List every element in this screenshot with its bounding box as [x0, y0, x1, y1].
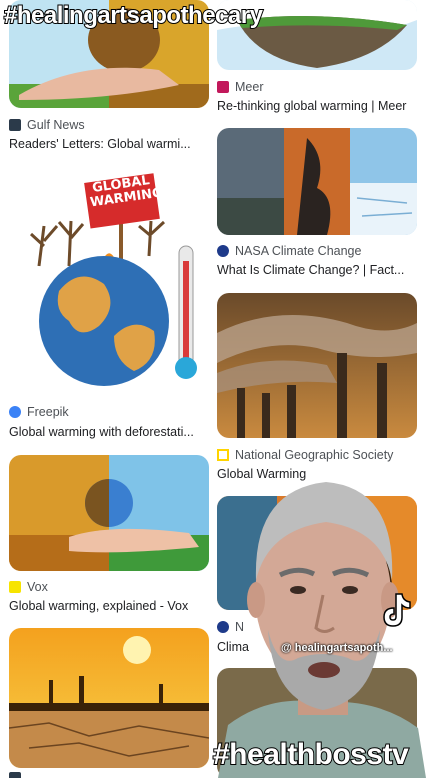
meer-favicon — [217, 81, 229, 93]
source-label: NASA Climate Change — [235, 244, 362, 258]
result-source[interactable]: National Geographic Society — [217, 448, 393, 462]
result-title[interactable]: What Is Climate Change? | Fact... — [217, 263, 417, 277]
result-image-nasa-climate[interactable] — [217, 128, 417, 235]
result-source[interactable]: NASA Climate Change — [217, 244, 361, 258]
result-image-global-warming-earth[interactable]: GLOBAL WARMING — [9, 166, 209, 398]
tiktok-logo-icon — [376, 590, 412, 630]
result-image-smokestacks[interactable] — [217, 293, 417, 438]
natgeo-favicon — [217, 449, 229, 461]
source-label: National Geographic Society — [235, 448, 394, 462]
vox-favicon — [9, 581, 21, 593]
hashtag-overlay-top: #healingartsapothecary — [3, 1, 264, 30]
gulf-news-favicon — [9, 119, 21, 131]
result-source[interactable]: Freepik — [9, 405, 69, 419]
hashtag-overlay-bottom: #healthbosstv — [212, 737, 410, 772]
result-source[interactable]: Vox — [9, 580, 48, 594]
result-title[interactable]: Re-thinking global warming | Meer — [217, 99, 422, 113]
result-source[interactable]: Gulf News — [9, 118, 85, 132]
source-label: Freepik — [27, 405, 69, 419]
result-title[interactable]: Readers' Letters: Global warmi... — [9, 137, 209, 151]
freepik-favicon — [9, 406, 21, 418]
result-source[interactable] — [9, 772, 21, 778]
favicon — [9, 772, 21, 778]
tiktok-username: @ healingartsapoth... — [281, 642, 393, 654]
source-label: Vox — [27, 580, 48, 594]
source-label: Gulf News — [27, 118, 85, 132]
source-label: Meer — [235, 80, 264, 94]
result-image-vox-hand[interactable] — [9, 455, 209, 571]
result-title[interactable]: Global warming, explained - Vox — [9, 599, 209, 613]
result-source[interactable]: Meer — [217, 80, 263, 94]
nasa-favicon — [217, 245, 229, 257]
result-image-drought-factories[interactable] — [9, 628, 209, 768]
result-title[interactable]: Global warming with deforestati... — [9, 425, 209, 439]
